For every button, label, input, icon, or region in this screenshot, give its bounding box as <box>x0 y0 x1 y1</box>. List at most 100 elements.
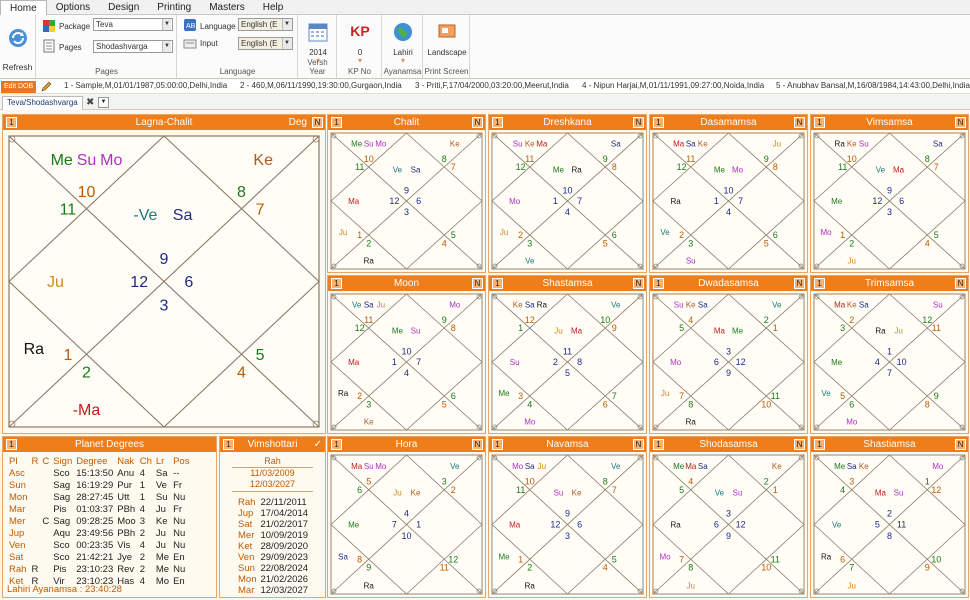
divisional-chart[interactable]: 101112123456789Su Ke MaMe RaSaMoJuVe <box>489 130 646 272</box>
divisional-chart[interactable]: 456789101112123Ma Su MoJu KeVeMeSaRa <box>328 452 485 597</box>
north-style-button[interactable]: N <box>472 439 483 450</box>
profile-item-3[interactable]: 3 - Priti,F,17/04/2000,03:20:00,Meerut,I… <box>415 81 569 90</box>
table-row[interactable]: Mar 12/03/2027 <box>236 585 310 596</box>
print-screen-button[interactable]: Landscape Print Screen <box>424 15 470 78</box>
profile-item-5[interactable]: 5 - Anubhav Bansal,M,16/08/1984,14:43:00… <box>776 81 970 90</box>
panel-number-button[interactable]: 1 <box>6 439 17 450</box>
north-style-button[interactable]: N <box>633 278 644 289</box>
chart-number-button[interactable]: 1 <box>331 117 342 128</box>
divisional-chart[interactable]: 2 34 5 67 8 910 11 121 Me Sa Ke Ma Su Mo Ve Ra Ju <box>811 452 968 597</box>
table-row[interactable]: Sun 22/08/2024 <box>236 563 310 574</box>
north-style-button[interactable]: N <box>955 439 966 450</box>
tab-teva-shodashvarga[interactable]: Teva/Shodashvarga <box>2 96 83 110</box>
table-row[interactable]: Sun Sag 16:19:29 Pur 1 Ve Fr <box>7 479 191 491</box>
house-number: 7 <box>679 391 684 401</box>
planet-label: Ma <box>536 140 548 149</box>
menu-help[interactable]: Help <box>254 0 293 15</box>
ayanamsa-button[interactable]: Lahiri ▾ Ayanamsa <box>383 15 423 78</box>
menu-options[interactable]: Options <box>47 0 99 15</box>
chart-number-button[interactable]: 1 <box>492 117 503 128</box>
table-row[interactable]: Ven 29/09/2023 <box>236 552 310 563</box>
pencil-icon[interactable] <box>40 81 52 93</box>
kp-no-button[interactable]: KP 0 ▾ KP No <box>338 15 382 78</box>
north-style-button[interactable]: N <box>955 117 966 128</box>
north-style-button[interactable]: N <box>472 117 483 128</box>
tab-dropdown-icon[interactable]: ▼ <box>98 97 109 108</box>
house-number: 2 <box>82 364 91 381</box>
house-number: 11 <box>355 162 364 172</box>
house-number: 8 <box>773 162 778 172</box>
north-style-button[interactable]: N <box>955 278 966 289</box>
north-style-button[interactable]: N <box>633 117 644 128</box>
degree-toggle[interactable]: Deg <box>289 115 307 130</box>
chart-number-button[interactable]: 1 <box>814 439 825 450</box>
input-select[interactable]: English (E ▼ <box>238 37 293 50</box>
divisional-chart[interactable]: 345678910111212Su Ke SaMa MeVeMoJuRa <box>650 291 807 433</box>
chart-number-button[interactable]: 1 <box>6 117 17 128</box>
table-row[interactable]: Mer 10/09/2019 <box>236 530 310 541</box>
table-cell: Pur <box>117 479 133 491</box>
chart-number-button[interactable]: 1 <box>331 439 342 450</box>
house-number: 11 <box>838 162 847 172</box>
table-row[interactable]: Rah R Pis 23:10:23 Rev 2 Me Nu <box>7 563 191 575</box>
table-row[interactable]: Rah 22/11/2011 <box>236 497 310 508</box>
divisional-chart[interactable]: 910111212345678Me Su MoVe SaKeMaJuRa <box>328 130 485 272</box>
table-row[interactable]: Mon Sag 28:27:45 Utt 1 Su Nu <box>7 491 191 503</box>
language-select[interactable]: English (E ▼ <box>238 18 293 31</box>
menu-printing[interactable]: Printing <box>148 0 200 15</box>
north-style-button[interactable]: N <box>794 117 805 128</box>
divisional-chart[interactable]: 345678910111212Me Ma SaVe SuKeRaMoJu <box>650 452 807 597</box>
check-icon[interactable]: ✓ <box>314 437 322 452</box>
versh-year-button[interactable]: 2014 ▾ Versh Year <box>299 15 337 78</box>
north-style-button[interactable]: N <box>472 278 483 289</box>
menu-home[interactable]: Home <box>0 0 47 16</box>
profile-item-4[interactable]: 4 - Nipun Harjai,M,01/11/1991,09:27:00,N… <box>582 81 764 90</box>
table-row[interactable]: Mar Pis 01:03:37 PBh 4 Ju Fr <box>7 503 191 515</box>
chart-number-button[interactable]: 1 <box>814 117 825 128</box>
chart-number-button[interactable]: 1 <box>653 278 664 289</box>
divisional-chart[interactable]: 101112123456789Ma Sa KeMe MoJuRaVeSu <box>650 130 807 272</box>
table-row[interactable]: Asc Sco 15:13:50 Anu 4 Sa -- <box>7 467 191 479</box>
divisional-chart[interactable]: 910111212345678Mo Sa JuSu KeVeMaMeRa <box>489 452 646 597</box>
refresh-group[interactable]: Refresh <box>0 15 36 78</box>
pages-select[interactable]: Shodashvarga ▼ <box>93 40 173 53</box>
table-row[interactable]: Mon 21/02/2026 <box>236 574 310 585</box>
divisional-chart[interactable]: 111212345678910Ke Sa RaJu MaVeSuMeMo <box>489 291 646 433</box>
north-style-button[interactable]: N <box>794 278 805 289</box>
divisional-chart[interactable]: 123456789101112Ma Ke SaRa JuSuMeVeMo <box>811 291 968 433</box>
table-row[interactable]: Jup 17/04/2014 <box>236 508 310 519</box>
table-row[interactable]: Sat Sco 21:42:21 Jye 2 Me En <box>7 551 191 563</box>
divisional-chart[interactable]: 910111212345678Ra Ke SuVe MaSaMeMoJu <box>811 130 968 272</box>
table-cell: 10/09/2019 <box>260 530 309 541</box>
table-row[interactable]: Sat 21/02/2017 <box>236 519 310 530</box>
north-style-button[interactable]: N <box>312 117 323 128</box>
edit-dob-button[interactable]: Edit DOB <box>1 81 37 93</box>
menu-design[interactable]: Design <box>99 0 148 15</box>
chart-number-button[interactable]: 1 <box>492 439 503 450</box>
profile-item-2[interactable]: 2 - 460,M,06/11/1990,19:30:00,Gurgaon,In… <box>240 81 402 90</box>
chart-number-button[interactable]: 1 <box>653 117 664 128</box>
lagna-chart[interactable]: 910111212345678Me Su Mo-Ve SaKeJuRa-Ma <box>3 130 325 433</box>
north-style-button[interactable]: N <box>794 439 805 450</box>
table-cell: 4 <box>139 467 146 479</box>
house-number: 1 <box>518 323 523 333</box>
table-cell: Sat <box>9 551 24 563</box>
divisional-chart[interactable]: 101112123456789Ve Sa JuMe SuMoMaRaKe <box>328 291 485 433</box>
chart-number-button[interactable]: 1 <box>653 439 664 450</box>
chart-number-button[interactable]: 1 <box>331 278 342 289</box>
table-row[interactable]: Ket 28/09/2020 <box>236 541 310 552</box>
close-tab-icon[interactable]: ✖ <box>86 97 94 108</box>
chart-number-button[interactable]: 1 <box>814 278 825 289</box>
chart-panel-shastamsa: 1 Shastamsa N 11 12 1 2 3 4 5 6 7 8 9 10 Ke Sa Ra Ju Ma Ve Su… <box>488 275 647 434</box>
package-select[interactable]: Teva ▼ <box>93 18 173 31</box>
table-row[interactable]: Ven Sco 00:23:35 Vis 4 Ju Nu <box>7 539 191 551</box>
table-row[interactable]: Jup Aqu 23:49:56 PBh 2 Ju Nu <box>7 527 191 539</box>
profile-item-1[interactable]: 1 - Sample,M,01/01/1987,05:00:00,Delhi,I… <box>64 81 227 90</box>
menu-masters[interactable]: Masters <box>200 0 254 15</box>
north-style-button[interactable]: N <box>633 439 644 450</box>
table-cell: Nu <box>173 527 186 539</box>
panel-number-button[interactable]: 1 <box>223 439 234 450</box>
house-number: 4 <box>603 563 608 573</box>
chart-number-button[interactable]: 1 <box>492 278 503 289</box>
table-row[interactable]: Mer C Sag 09:28:25 Moo 3 Ke Nu <box>7 515 191 527</box>
